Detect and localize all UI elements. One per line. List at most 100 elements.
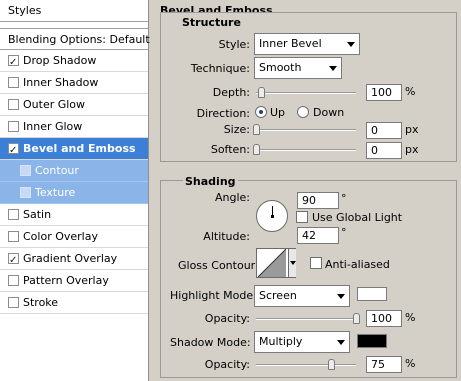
size-slider-track[interactable] [256,129,356,131]
chevron-down-icon [347,42,355,47]
gloss-contour-picker[interactable] [256,248,296,278]
structure-title: Structure [180,16,243,29]
style-item-satin[interactable]: Satin [0,204,148,226]
chevron-down-icon [329,66,337,71]
style-item-outer-glow[interactable]: Outer Glow [0,94,148,116]
shadow-mode-dropdown[interactable]: Multiply [254,331,350,353]
size-slider-thumb[interactable] [253,124,260,135]
gloss-contour-label: Gloss Contour: [178,259,259,272]
shadow-opacity-slider-track[interactable] [256,364,356,366]
style-item-color-overlay[interactable]: Color Overlay [0,226,148,248]
altitude-unit: ° [341,226,347,239]
use-global-light-checkbox[interactable] [296,211,308,223]
anti-aliased-label: Anti-aliased [325,258,390,271]
angle-input[interactable]: 90 [297,192,339,209]
angle-unit: ° [341,192,347,205]
style-item-checkbox[interactable] [8,231,19,242]
angle-dial[interactable] [256,200,288,232]
direction-up-label: Up [270,106,286,119]
shadow-mode-value: Multiply [259,335,303,348]
use-global-light-label: Use Global Light [312,211,403,224]
depth-unit: % [405,85,416,98]
style-item-checkbox[interactable] [8,121,19,132]
shadow-opacity-input[interactable]: 75 [366,356,402,373]
chevron-down-icon [290,261,296,265]
style-item-checkbox[interactable] [8,140,19,161]
style-item-bevel-and-emboss[interactable]: Bevel and Emboss [0,138,148,161]
highlight-mode-dropdown[interactable]: Screen [254,285,350,307]
chevron-down-icon [337,340,345,345]
direction-down-label: Down [313,106,345,119]
angle-label: Angle: [214,191,250,204]
style-item-label: Contour [35,164,79,177]
style-item-checkbox[interactable] [8,52,19,73]
style-item-checkbox[interactable] [20,165,31,176]
technique-label: Technique: [190,62,250,75]
style-item-label: Color Overlay [23,230,98,243]
style-item-label: Pattern Overlay [23,274,109,287]
highlight-mode-label: Highlight Mode: [170,289,257,302]
styles-title: Styles [8,4,42,17]
contour-dropdown-button[interactable] [288,249,296,277]
style-item-checkbox[interactable] [8,275,19,286]
technique-dropdown[interactable]: Smooth [254,57,342,79]
style-item-label: Stroke [23,296,59,309]
style-item-checkbox[interactable] [8,250,19,271]
style-item-label: Texture [35,186,76,199]
style-item-checkbox[interactable] [8,99,19,110]
style-item-checkbox[interactable] [20,187,31,198]
highlight-opacity-slider-thumb[interactable] [353,313,360,324]
altitude-label: Altitude: [203,230,250,243]
shadow-opacity-unit: % [405,357,416,370]
chevron-down-icon [337,294,345,299]
soften-input[interactable]: 0 [366,142,402,159]
soften-slider-thumb[interactable] [253,144,260,155]
direction-down-radio[interactable] [297,106,309,118]
altitude-input[interactable]: 42 [297,227,339,244]
style-item-label: Satin [23,208,52,221]
style-item-label: Inner Shadow [23,76,99,89]
style-item-stroke[interactable]: Stroke [0,292,148,314]
highlight-opacity-slider-track[interactable] [256,318,356,320]
highlight-opacity-unit: % [405,311,416,324]
depth-slider-track[interactable] [256,92,356,94]
style-item-label: Drop Shadow [23,54,97,67]
style-dropdown[interactable]: Inner Bevel [254,33,360,55]
style-item-inner-shadow[interactable]: Inner Shadow [0,72,148,94]
depth-slider-thumb[interactable] [258,87,265,98]
shadow-opacity-label: Opacity: [204,358,250,371]
style-item-contour[interactable]: Contour [0,160,148,182]
style-item-label: Outer Glow [23,98,86,111]
direction-up-radio[interactable] [255,106,267,118]
highlight-opacity-label: Opacity: [204,312,250,325]
style-item-pattern-overlay[interactable]: Pattern Overlay [0,270,148,292]
soften-unit: px [405,143,419,156]
style-item-texture[interactable]: Texture [0,182,148,204]
style-item-checkbox[interactable] [8,209,19,220]
shadow-mode-label: Shadow Mode: [170,336,251,349]
shadow-color-swatch[interactable] [357,334,387,348]
highlight-mode-value: Screen [259,289,297,302]
styles-header[interactable]: Styles [0,0,148,22]
style-item-inner-glow[interactable]: Inner Glow [0,116,148,138]
style-item-label: Bevel and Emboss [23,142,136,155]
style-item-label: Gradient Overlay [23,252,118,265]
style-item-label: Inner Glow [23,120,83,133]
soften-slider-track[interactable] [256,149,356,151]
soften-label: Soften: [210,143,250,156]
styles-list: Styles Blending Options: Default Drop Sh… [0,0,150,381]
depth-input[interactable]: 100 [366,84,402,101]
anti-aliased-checkbox[interactable] [310,257,322,269]
style-item-drop-shadow[interactable]: Drop Shadow [0,50,148,73]
highlight-color-swatch[interactable] [357,287,387,301]
style-value: Inner Bevel [259,37,322,50]
style-item-checkbox[interactable] [8,297,19,308]
highlight-opacity-input[interactable]: 100 [366,310,402,327]
style-item-checkbox[interactable] [8,77,19,88]
shadow-opacity-slider-thumb[interactable] [328,359,335,370]
technique-value: Smooth [259,61,302,74]
size-input[interactable]: 0 [366,122,402,139]
blending-options-row[interactable]: Blending Options: Default [0,28,150,50]
direction-label: Direction: [196,107,250,120]
style-item-gradient-overlay[interactable]: Gradient Overlay [0,248,148,271]
